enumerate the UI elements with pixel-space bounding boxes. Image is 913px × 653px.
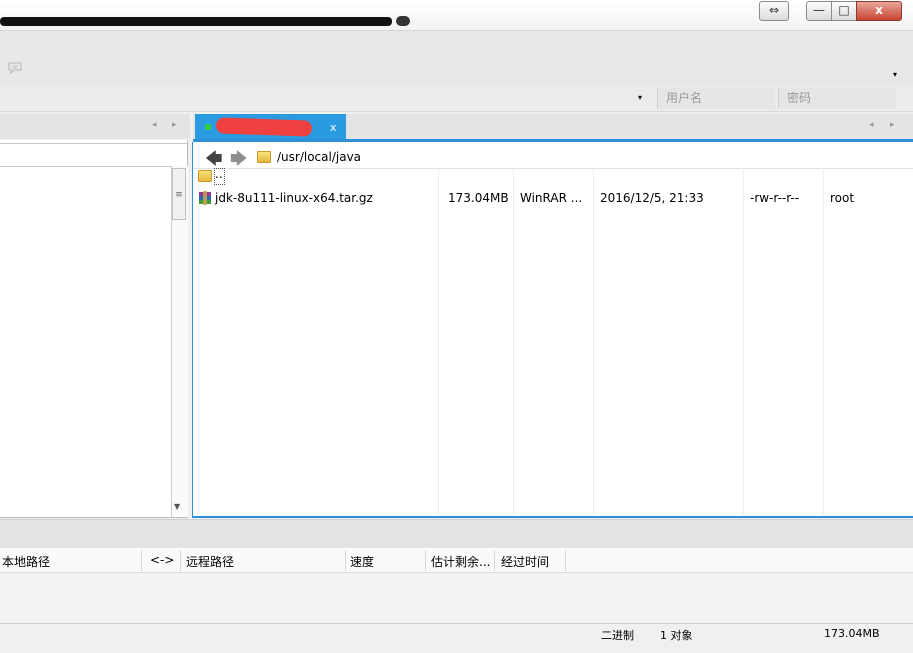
file-size: 173.04MB (448, 191, 509, 205)
forward-arrow-icon[interactable]: 🡆 (230, 146, 248, 175)
toolbar-overflow-arrow[interactable]: ▾ (893, 70, 897, 79)
status-bar (0, 623, 913, 653)
file-modified: 2016/12/5, 21:33 (600, 191, 704, 205)
close-button[interactable]: x (856, 1, 902, 21)
left-tabs-next-arrow[interactable]: ▸ (172, 120, 177, 130)
header-divider (425, 550, 426, 571)
redacted-title-end (396, 16, 410, 26)
header-divider (180, 550, 181, 571)
local-scrollbar-thumb[interactable]: ≡ (172, 168, 186, 220)
speech-bubble-icon[interactable] (8, 62, 22, 74)
left-tabs-prev-arrow[interactable]: ◂ (152, 120, 157, 130)
header-divider (565, 550, 566, 571)
parent-folder-icon (198, 170, 212, 182)
redacted-title (0, 17, 392, 26)
redacted-tab-title (215, 117, 313, 137)
connection-bar (0, 86, 913, 112)
restore-layout-button[interactable]: ⇔ (759, 1, 789, 21)
maximize-button[interactable]: □ (831, 1, 857, 21)
column-remote-path[interactable]: 远程路径 (186, 553, 234, 570)
header-divider (345, 550, 346, 571)
parent-directory-item[interactable]: .. (214, 168, 225, 185)
column-divider (513, 168, 514, 515)
transfer-panel-toolbar (0, 519, 913, 548)
column-divider (823, 168, 824, 515)
column-remaining[interactable]: 估计剩余... (431, 553, 490, 570)
column-direction[interactable]: <-> (150, 553, 174, 567)
column-elapsed[interactable]: 经过时间 (501, 553, 549, 570)
local-tab-strip (0, 114, 190, 139)
scroll-down-arrow-icon[interactable]: ▼ (174, 502, 180, 511)
column-divider (593, 168, 594, 515)
file-name[interactable]: jdk-8u111-linux-x64.tar.gz (215, 191, 373, 205)
local-path-input[interactable] (0, 143, 187, 167)
file-permissions: -rw-r--r-- (750, 191, 800, 205)
toolbar (0, 31, 913, 86)
password-field[interactable]: 密码 (778, 88, 896, 109)
username-field[interactable]: 用户名 (657, 88, 775, 109)
object-count: 1 对象 (660, 629, 693, 642)
column-local-path[interactable]: 本地路径 (2, 553, 50, 570)
folder-icon (257, 151, 271, 163)
host-dropdown-arrow[interactable]: ▾ (638, 93, 642, 102)
connected-status-icon (205, 124, 211, 130)
right-tabs-next-arrow[interactable]: ▸ (890, 120, 895, 130)
file-owner: root (830, 191, 855, 205)
header-divider (141, 550, 142, 571)
column-speed[interactable]: 速度 (350, 553, 374, 570)
header-divider (494, 550, 495, 571)
minimize-button[interactable]: — (806, 1, 832, 21)
remote-path-input[interactable]: /usr/local/java (277, 150, 361, 164)
right-tabs-prev-arrow[interactable]: ◂ (869, 120, 874, 130)
file-type: WinRAR ... (520, 191, 583, 205)
column-divider (438, 168, 439, 515)
total-size: 173.04MB (824, 627, 880, 640)
tab-close-icon[interactable]: x (330, 121, 337, 134)
archive-file-icon (199, 191, 211, 205)
local-file-pane[interactable] (0, 140, 188, 518)
transfer-mode[interactable]: 二进制 (601, 627, 634, 643)
transfer-list[interactable] (0, 573, 913, 623)
column-divider (743, 168, 744, 515)
